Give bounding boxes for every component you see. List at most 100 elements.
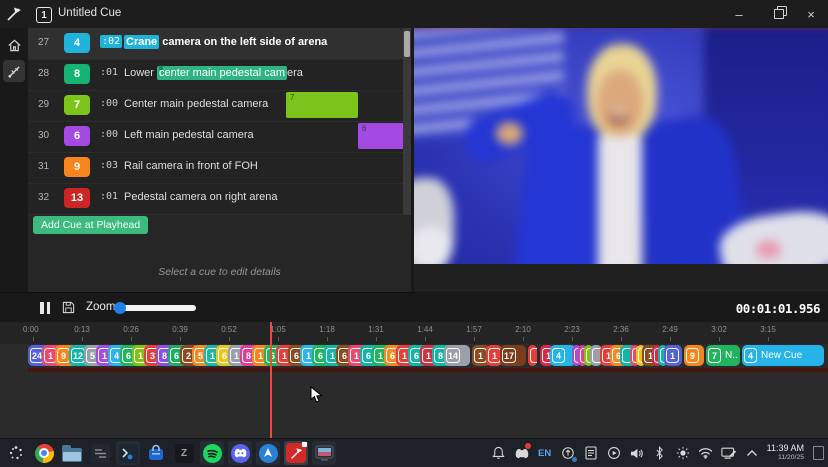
file-manager-icon[interactable] (60, 441, 84, 465)
save-icon[interactable] (62, 301, 75, 314)
clock-time: 11:39 AM (767, 443, 804, 453)
sync-icon[interactable] (560, 445, 576, 461)
clock[interactable]: 11:39 AM 11/20/25 (767, 443, 804, 463)
chevron-up-icon[interactable] (744, 445, 760, 461)
restore-button[interactable] (762, 0, 796, 28)
cue-title: Crane camera on the left side of arena (124, 36, 327, 48)
cue-row-27[interactable]: 27 4 :02 Crane camera on the left side o… (28, 28, 403, 60)
cue-block-badge: 9 (686, 348, 699, 363)
start-button[interactable] (4, 441, 28, 465)
video-preview[interactable] (414, 28, 828, 264)
cue-block-badge: 4 (552, 348, 565, 363)
home-icon[interactable] (3, 34, 25, 56)
timecode-display: 00:01:01.956 (736, 301, 820, 316)
camera-badge: 8 (64, 64, 90, 84)
camera-badge: 4 (64, 33, 90, 53)
add-cue-button[interactable]: Add Cue at Playhead (33, 216, 148, 234)
ruler-tick-mark (572, 337, 573, 341)
video-gap (414, 264, 828, 292)
display-pen-icon[interactable] (721, 445, 737, 461)
scrollbar-thumb[interactable] (404, 31, 410, 57)
brightness-icon[interactable] (675, 445, 691, 461)
ruler-tick-label: 0:52 (221, 325, 237, 334)
close-button[interactable]: × (794, 0, 828, 28)
ruler-tick-label: 1:18 (319, 325, 335, 334)
bell-icon[interactable] (491, 445, 507, 461)
discord-icon[interactable] (228, 441, 252, 465)
timeline-cue-block[interactable]: 14 (444, 345, 470, 366)
camera-badge: 6 (64, 126, 90, 146)
terminal-icon[interactable] (116, 441, 140, 465)
cue-title: Left main pedestal camera (124, 129, 254, 141)
cue-index: 31 (38, 161, 49, 172)
z-app-icon[interactable]: Z (172, 441, 196, 465)
bluetooth-icon[interactable] (652, 445, 668, 461)
cue-title: Center main pedestal camera (124, 98, 268, 110)
language-indicator[interactable]: EN (537, 445, 553, 461)
cue-strip-underline (28, 368, 828, 372)
cue-offset: :02 (100, 35, 122, 48)
zoom-slider-track[interactable] (118, 305, 196, 311)
camera-badge: 13 (64, 188, 90, 208)
ruler-tick-mark (229, 337, 230, 341)
show-desktop-button[interactable] (813, 446, 824, 460)
timeline-cue-block[interactable]: 7N.. (706, 345, 740, 366)
timeline-cue-block[interactable]: 9 (684, 345, 704, 366)
cue-block-label: New Cue (761, 350, 802, 361)
discord-badge (525, 443, 531, 449)
ruler-tick-mark (523, 337, 524, 341)
cue-block-label: N.. (725, 350, 738, 361)
cue-index: 32 (38, 192, 49, 203)
zoom-slider-thumb[interactable] (114, 302, 126, 314)
cue-row-31[interactable]: 31 9 :03 Rail camera in front of FOH (28, 152, 403, 184)
ruler-tick-label: 0:26 (123, 325, 139, 334)
cue-number-key: 1 (36, 7, 52, 23)
store-icon[interactable] (144, 441, 168, 465)
window-title: Untitled Cue (58, 7, 121, 19)
timeline-cue-block[interactable] (528, 345, 537, 366)
cue-ghost-block[interactable]: 6 (358, 123, 404, 149)
chrome-icon[interactable] (32, 441, 56, 465)
cue-index: 28 (38, 68, 49, 79)
timeline-cue-block[interactable]: 17 (500, 345, 526, 366)
video-frame-art (414, 28, 828, 264)
ruler-tick-mark (768, 337, 769, 341)
konqueror-icon[interactable] (256, 441, 280, 465)
settings-console-icon[interactable] (88, 441, 112, 465)
cue-offset: :01 (100, 67, 118, 78)
timeline-cue-block[interactable]: 4New Cue (742, 345, 824, 366)
cue-index: 29 (38, 99, 49, 110)
ruler-tick-mark (719, 337, 720, 341)
cue-row-32[interactable]: 32 13 :01 Pedestal camera on right arena (28, 183, 403, 215)
ruler-tick-mark (327, 337, 328, 341)
play-circle-icon[interactable] (606, 445, 622, 461)
cue-strip: 2419125146138625161816161616161616181411… (0, 345, 828, 367)
cue-title: Lower 8center main pedestal camera (124, 67, 303, 79)
timeline-tools-icon[interactable] (3, 60, 25, 82)
camera-badge: 7 (64, 95, 90, 115)
monitor-app-icon[interactable] (312, 441, 336, 465)
clipboard-icon[interactable] (583, 445, 599, 461)
volume-icon[interactable] (629, 445, 645, 461)
wifi-icon[interactable] (698, 445, 714, 461)
cue-row-28[interactable]: 28 8 :01 Lower 8center main pedestal cam… (28, 59, 403, 91)
playhead[interactable] (270, 322, 272, 438)
spotify-icon[interactable] (200, 441, 224, 465)
cue-block-badge: 12 (71, 348, 85, 363)
timeline-cue-block[interactable]: 1 (664, 345, 682, 366)
cue-app-icon[interactable] (284, 441, 308, 465)
ruler-tick-label: 2:49 (662, 325, 678, 334)
ruler-tick-mark (33, 337, 34, 341)
minimize-button[interactable]: – (722, 0, 756, 28)
discord-tray-icon[interactable] (514, 445, 530, 461)
cue-row-29[interactable]: 29 7 :00 Center main pedestal camera 7 (28, 90, 403, 122)
system-tray: EN 11:39 AM 11/20/25 (491, 443, 828, 463)
timeline-ruler[interactable]: 0:000:130:260:390:521:051:181:311:441:57… (0, 322, 828, 344)
cue-ghost-block[interactable]: 7 (286, 92, 358, 118)
timeline-zone[interactable]: 0:000:130:260:390:521:051:181:311:441:57… (0, 322, 828, 438)
ruler-tick-label: 0:13 (74, 325, 90, 334)
cue-row-30[interactable]: 30 6 :00 Left main pedestal camera 6 (28, 121, 403, 153)
pause-button[interactable] (40, 302, 52, 314)
cue-title: Pedestal camera on right arena (124, 191, 277, 203)
mouse-cursor (310, 386, 324, 404)
